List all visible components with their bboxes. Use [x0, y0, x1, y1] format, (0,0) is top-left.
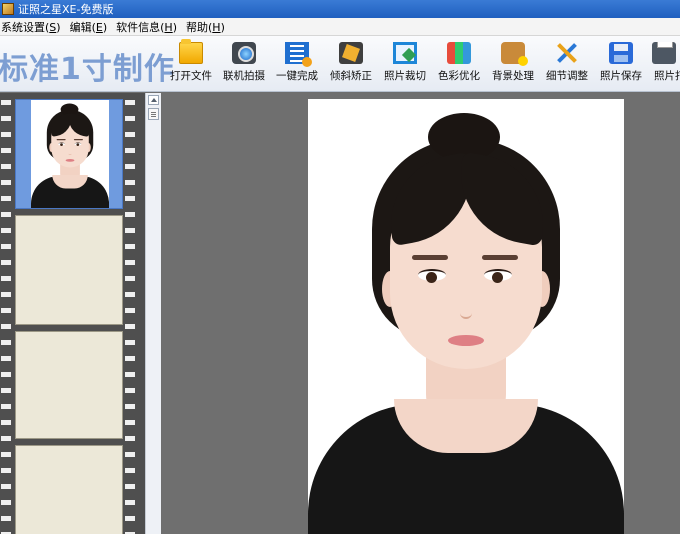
toolbar: 标准1寸制作 打开文件 联机拍摄 一键完成 倾斜矫正 照片裁切 色彩优化 背景处…	[0, 36, 680, 92]
film-strip	[0, 93, 145, 534]
detail-adjust-button[interactable]: 细节调整	[540, 42, 594, 83]
camera-icon	[232, 42, 256, 64]
menu-edit[interactable]: 编辑(E)	[70, 19, 108, 35]
film-scrollbar[interactable]	[145, 93, 161, 534]
print-photo-button[interactable]: 照片打	[646, 42, 680, 83]
folder-icon	[179, 39, 203, 64]
scroll-up-arrow-icon[interactable]	[148, 95, 159, 105]
mode-title: 标准1寸制作	[0, 52, 175, 87]
save-photo-button[interactable]: 照片保存	[594, 42, 648, 83]
menu-bar: 系统设置(S) 编辑(E) 软件信息(H) 帮助(H)	[0, 18, 680, 36]
color-icon	[447, 42, 471, 64]
color-optimize-button[interactable]: 色彩优化	[432, 42, 486, 83]
background-icon	[501, 42, 528, 66]
film-perforations-left	[1, 93, 11, 534]
film-frame-empty[interactable]	[15, 215, 123, 325]
tilt-correct-button[interactable]: 倾斜矫正	[324, 42, 378, 83]
photo-canvas	[162, 93, 680, 534]
title-bar: 证照之星XE-免费版	[0, 0, 680, 18]
open-file-button[interactable]: 打开文件	[164, 39, 218, 83]
tools-icon	[555, 42, 579, 64]
menu-help[interactable]: 帮助(H)	[186, 19, 225, 35]
menu-system-settings[interactable]: 系统设置(S)	[1, 19, 61, 35]
scroll-thumb[interactable]	[148, 108, 159, 120]
crop-button[interactable]: 照片裁切	[378, 42, 432, 83]
film-perforations-right	[125, 93, 135, 534]
one-click-button[interactable]: 一键完成	[270, 42, 324, 83]
film-frame-empty[interactable]	[15, 331, 123, 439]
tilt-icon	[339, 42, 363, 64]
crop-icon	[393, 42, 417, 64]
film-frame-empty[interactable]	[15, 445, 123, 534]
film-frame-selected[interactable]	[15, 99, 123, 209]
id-photo-preview[interactable]	[308, 99, 624, 534]
save-icon	[609, 42, 633, 64]
capture-button[interactable]: 联机拍摄	[217, 42, 271, 83]
photo-thumbnail	[31, 100, 109, 208]
print-icon	[652, 42, 676, 64]
app-icon[interactable]	[2, 3, 14, 15]
film-icon	[285, 42, 312, 67]
background-button[interactable]: 背景处理	[486, 42, 540, 83]
portrait-image	[308, 99, 624, 534]
window-title: 证照之星XE-免费版	[18, 3, 114, 16]
menu-software-info[interactable]: 软件信息(H)	[116, 19, 177, 35]
